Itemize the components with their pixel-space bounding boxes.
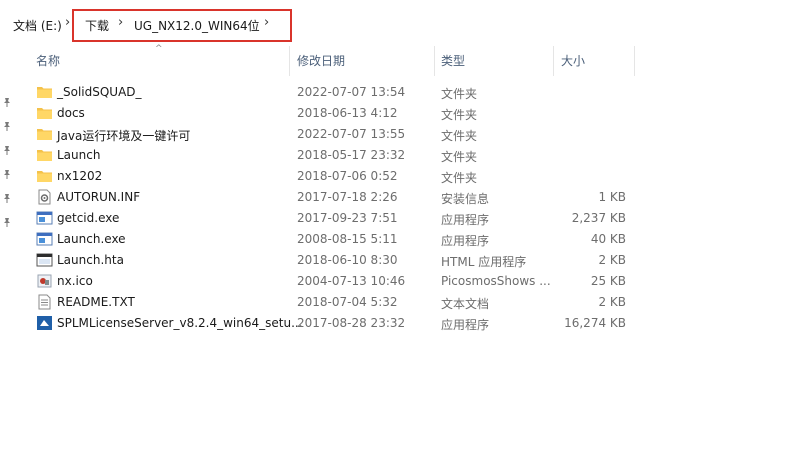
file-type: HTML 应用程序 <box>441 255 527 269</box>
file-type: 安装信息 <box>441 192 490 206</box>
chevron-right-icon[interactable]: › <box>264 15 269 30</box>
file-name: getcid.exe <box>57 211 120 225</box>
file-date: 2018-06-13 4:12 <box>297 106 398 120</box>
file-row[interactable]: Java运行环境及一键许可 2022-07-07 13:55 文件夹 <box>32 124 632 145</box>
file-row[interactable]: SPLMLicenseServer_v8.2.4_win64_setu... 20… <box>32 313 632 334</box>
column-divider[interactable] <box>634 46 635 76</box>
file-name: README.TXT <box>57 295 135 309</box>
file-row[interactable]: AUTORUN.INF 2017-07-18 2:26 安装信息 1 KB <box>32 187 632 208</box>
file-name: SPLMLicenseServer_v8.2.4_win64_setu... <box>57 316 303 330</box>
file-name: Launch.hta <box>57 253 124 267</box>
breadcrumb-drive[interactable]: 文档 (E:) <box>13 17 62 34</box>
file-name: AUTORUN.INF <box>57 190 141 204</box>
file-name: _SolidSQUAD_ <box>57 85 142 99</box>
breadcrumb-folder-ug[interactable]: UG_NX12.0_WIN64位 <box>134 17 260 34</box>
column-divider[interactable] <box>553 46 554 76</box>
file-size: 40 KB <box>590 232 626 246</box>
column-divider[interactable] <box>434 46 435 76</box>
text-file-icon <box>36 294 53 310</box>
file-date: 2017-08-28 23:32 <box>297 316 406 330</box>
file-date: 2018-07-06 0:52 <box>297 169 398 183</box>
folder-icon <box>36 84 53 100</box>
pin-icon[interactable] <box>2 96 12 107</box>
file-type: 文件夹 <box>441 171 478 185</box>
file-row[interactable]: Launch.hta 2018-06-10 8:30 HTML 应用程序 2 KB <box>32 250 632 271</box>
pin-icon[interactable] <box>2 168 12 179</box>
exe-file-icon <box>36 210 53 226</box>
file-size: 2 KB <box>598 295 626 309</box>
folder-icon <box>36 126 53 142</box>
hta-file-icon <box>36 252 53 268</box>
file-type: 文件夹 <box>441 129 478 143</box>
file-type: 文件夹 <box>441 87 478 101</box>
folder-icon <box>36 168 53 184</box>
file-type: 应用程序 <box>441 318 490 332</box>
file-size: 2,237 KB <box>571 211 626 225</box>
file-name: docs <box>57 106 85 120</box>
file-row[interactable]: README.TXT 2018-07-04 5:32 文本文档 2 KB <box>32 292 632 313</box>
file-row[interactable]: docs 2018-06-13 4:12 文件夹 <box>32 103 632 124</box>
file-type: 文本文档 <box>441 297 490 311</box>
chevron-right-icon[interactable]: › <box>118 15 123 30</box>
file-date: 2017-07-18 2:26 <box>297 190 398 204</box>
file-row[interactable]: Launch 2018-05-17 23:32 文件夹 <box>32 145 632 166</box>
file-type: 应用程序 <box>441 234 490 248</box>
folder-icon <box>36 147 53 163</box>
file-type: 文件夹 <box>441 108 478 122</box>
file-date: 2008-08-15 5:11 <box>297 232 398 246</box>
file-name: Launch.exe <box>57 232 126 246</box>
column-divider[interactable] <box>289 46 290 76</box>
file-date: 2018-06-10 8:30 <box>297 253 398 267</box>
exe-file-icon <box>36 231 53 247</box>
breadcrumb-folder-download[interactable]: 下载 <box>85 17 109 34</box>
column-date[interactable]: 修改日期 <box>297 52 345 69</box>
ico-file-icon <box>36 273 53 289</box>
file-size: 16,274 KB <box>564 316 626 330</box>
pin-icon[interactable] <box>2 216 12 227</box>
file-type: 应用程序 <box>441 213 490 227</box>
file-name: nx1202 <box>57 169 103 183</box>
column-name[interactable]: 名称 <box>36 52 60 69</box>
file-type: PicosmosShows ... <box>441 274 551 288</box>
file-date: 2018-05-17 23:32 <box>297 148 406 162</box>
sort-caret-icon: ^ <box>155 44 163 54</box>
folder-icon <box>36 105 53 121</box>
file-name: nx.ico <box>57 274 93 288</box>
file-row[interactable]: _SolidSQUAD_ 2022-07-07 13:54 文件夹 <box>32 82 632 103</box>
file-type: 文件夹 <box>441 150 478 164</box>
file-row[interactable]: Launch.exe 2008-08-15 5:11 应用程序 40 KB <box>32 229 632 250</box>
file-size: 2 KB <box>598 253 626 267</box>
file-size: 1 KB <box>598 190 626 204</box>
file-row[interactable]: nx.ico 2004-07-13 10:46 PicosmosShows ... 2… <box>32 271 632 292</box>
column-type[interactable]: 类型 <box>441 52 465 69</box>
file-name: Launch <box>57 148 101 162</box>
file-date: 2004-07-13 10:46 <box>297 274 406 288</box>
file-date: 2017-09-23 7:51 <box>297 211 398 225</box>
column-size[interactable]: 大小 <box>561 52 585 69</box>
file-date: 2018-07-04 5:32 <box>297 295 398 309</box>
chevron-right-icon[interactable]: › <box>65 15 70 30</box>
file-date: 2022-07-07 13:55 <box>297 127 406 141</box>
file-row[interactable]: nx1202 2018-07-06 0:52 文件夹 <box>32 166 632 187</box>
inf-file-icon <box>36 189 53 205</box>
pin-icon[interactable] <box>2 120 12 131</box>
pin-icon[interactable] <box>2 192 12 203</box>
file-date: 2022-07-07 13:54 <box>297 85 406 99</box>
setup-file-icon <box>36 315 53 331</box>
file-name: Java运行环境及一键许可 <box>57 129 191 143</box>
pin-icon[interactable] <box>2 144 12 155</box>
address-bar[interactable]: 文档 (E:) › 下载 › UG_NX12.0_WIN64位 › <box>0 0 798 44</box>
file-row[interactable]: getcid.exe 2017-09-23 7:51 应用程序 2,237 KB <box>32 208 632 229</box>
file-size: 25 KB <box>590 274 626 288</box>
